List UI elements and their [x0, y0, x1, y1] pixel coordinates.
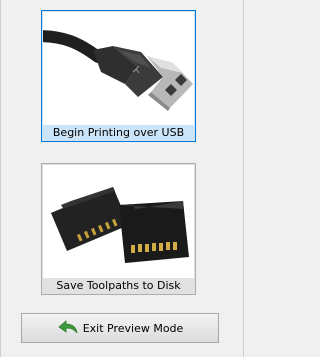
sd-cards-icon — [43, 165, 194, 278]
usb-cable-icon — [43, 12, 194, 125]
usb-option-label: Begin Printing over USB — [52, 126, 185, 139]
begin-printing-usb-button[interactable]: Begin Printing over USB — [41, 10, 196, 142]
exit-preview-button[interactable]: Exit Preview Mode — [21, 313, 219, 343]
right-border — [243, 0, 244, 357]
exit-preview-label: Exit Preview Mode — [82, 321, 184, 335]
sd-option-label: Save Toolpaths to Disk — [56, 279, 181, 292]
left-border — [0, 0, 1, 357]
back-arrow-icon — [57, 320, 79, 336]
save-toolpaths-disk-button[interactable]: Save Toolpaths to Disk — [41, 163, 196, 295]
